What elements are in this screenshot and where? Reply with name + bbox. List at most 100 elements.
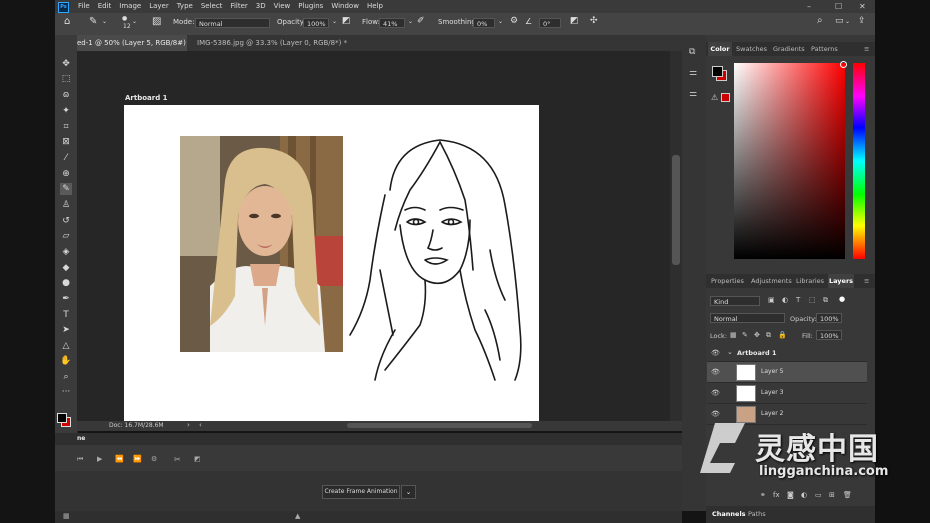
chevron-down-icon[interactable]: ⌄: [102, 18, 107, 25]
brush-tool-icon[interactable]: ✎: [60, 183, 72, 195]
path-selection-tool-icon[interactable]: ➤: [60, 324, 72, 336]
filter-smart-object-icon[interactable]: ⧉: [823, 296, 828, 305]
layer-group-row[interactable]: 👁 ⌄ Artboard 1: [707, 345, 867, 362]
filter-pixel-icon[interactable]: ▣: [768, 296, 775, 304]
lasso-tool-icon[interactable]: ɷ: [60, 89, 72, 101]
crop-tool-icon[interactable]: ⌗: [60, 121, 72, 133]
dodge-tool-icon[interactable]: ●: [60, 277, 72, 289]
tab-swatches[interactable]: Swatches: [736, 42, 767, 56]
symmetry-icon[interactable]: ✣: [590, 16, 598, 26]
marquee-tool-icon[interactable]: ⬚: [60, 73, 72, 85]
foreground-color-swatch[interactable]: [57, 413, 67, 423]
tab-untitled-1[interactable]: ed-1 @ 50% (Layer 5, RGB/8#) * ×: [77, 35, 187, 63]
visibility-eye-icon[interactable]: 👁: [711, 389, 720, 397]
menu-select[interactable]: Select: [197, 2, 227, 10]
menu-filter[interactable]: Filter: [226, 2, 251, 10]
cut-icon[interactable]: ✂: [174, 455, 181, 464]
close-icon[interactable]: ✕: [859, 2, 866, 11]
adjust-panel-icon[interactable]: ⚌: [689, 68, 697, 78]
visibility-eye-icon[interactable]: 👁: [711, 410, 720, 418]
play-icon[interactable]: ▶: [97, 455, 102, 463]
color-picker-cursor[interactable]: [840, 61, 847, 68]
adjustment-layer-icon[interactable]: ◐: [801, 491, 807, 499]
magic-wand-tool-icon[interactable]: ✦: [60, 105, 72, 117]
layer-row-selected[interactable]: 👁 Layer 5: [707, 362, 867, 383]
artboard-label[interactable]: Artboard 1: [125, 94, 168, 102]
share-icon[interactable]: ⇪: [858, 16, 866, 26]
tab-color[interactable]: Color: [708, 42, 732, 56]
blur-tool-icon[interactable]: ◆: [60, 262, 72, 274]
lock-transparent-icon[interactable]: ▦: [730, 331, 737, 339]
menu-window[interactable]: Window: [327, 2, 363, 10]
panel-menu-icon[interactable]: ≡: [864, 274, 869, 288]
scroll-left-icon[interactable]: ‹: [199, 421, 202, 429]
history-brush-tool-icon[interactable]: ↺: [60, 215, 72, 227]
search-icon[interactable]: ⌕: [817, 15, 823, 26]
type-tool-icon[interactable]: T: [60, 309, 72, 321]
eraser-tool-icon[interactable]: ▱: [60, 230, 72, 242]
shape-tool-icon[interactable]: △: [60, 340, 72, 352]
healing-brush-tool-icon[interactable]: ⊕: [60, 168, 72, 180]
pressure-size-icon[interactable]: ◩: [570, 16, 579, 26]
menu-view[interactable]: View: [270, 2, 295, 10]
trash-icon[interactable]: 🗑: [843, 491, 852, 499]
tab-layers[interactable]: Layers: [828, 274, 854, 288]
tab-paths[interactable]: Paths: [748, 510, 766, 518]
new-layer-icon[interactable]: ⊞: [829, 491, 835, 499]
paint-bucket-tool-icon[interactable]: ◈: [60, 246, 72, 258]
tab-channels[interactable]: Channels: [712, 510, 746, 518]
minimize-icon[interactable]: –: [807, 2, 811, 11]
menu-image[interactable]: Image: [115, 2, 145, 10]
hand-tool-icon[interactable]: ✋: [60, 355, 72, 367]
chevron-down-icon[interactable]: ⌄: [401, 485, 416, 499]
angle-input[interactable]: 0°: [539, 18, 561, 28]
tab-gradients[interactable]: Gradients: [773, 42, 805, 56]
menu-3d[interactable]: 3D: [252, 2, 270, 10]
pen-tool-icon[interactable]: ✒: [60, 293, 72, 305]
link-layers-icon[interactable]: ⚭: [760, 491, 766, 499]
lock-position-icon[interactable]: ✥: [754, 331, 760, 339]
vertical-scrollbar-thumb[interactable]: [672, 155, 680, 265]
transition-icon[interactable]: ◩: [194, 455, 201, 463]
move-tool-icon[interactable]: ✥: [60, 58, 72, 70]
tab-libraries[interactable]: Libraries: [796, 274, 824, 288]
menu-layer[interactable]: Layer: [145, 2, 173, 10]
hue-slider[interactable]: [853, 63, 865, 259]
frames-icon[interactable]: ▦: [63, 512, 70, 520]
clone-stamp-tool-icon[interactable]: ♙: [60, 199, 72, 211]
layer-mask-icon[interactable]: ◙: [787, 491, 794, 499]
chevron-down-icon[interactable]: ⌄: [408, 18, 413, 25]
first-frame-icon[interactable]: ⏮: [77, 455, 83, 464]
brush-settings-panel-icon[interactable]: ⚌: [689, 89, 697, 99]
filter-adjustment-icon[interactable]: ◐: [782, 296, 788, 304]
chevron-down-icon[interactable]: ⌄: [845, 18, 850, 25]
eyedropper-tool-icon[interactable]: ⁄: [60, 152, 72, 164]
flow-input[interactable]: 41%: [379, 18, 405, 28]
filter-type-icon[interactable]: T: [796, 296, 800, 304]
layer-row[interactable]: 👁 Layer 3: [707, 383, 867, 404]
airbrush-icon[interactable]: ✐: [417, 16, 425, 26]
chevron-down-icon[interactable]: ⌄: [498, 18, 503, 25]
gear-icon[interactable]: ⚙: [510, 16, 518, 26]
new-group-icon[interactable]: ▭: [815, 491, 822, 499]
tab-adjustments[interactable]: Adjustments: [751, 274, 792, 288]
timeline-settings-icon[interactable]: ⚙: [151, 455, 157, 463]
chevron-down-icon[interactable]: ⌄: [727, 348, 733, 356]
next-frame-icon[interactable]: ⏩: [133, 455, 142, 463]
panel-menu-icon[interactable]: ≡: [864, 42, 869, 56]
lock-artboard-icon[interactable]: ⧉: [766, 331, 771, 340]
mode-select[interactable]: Normal: [195, 18, 270, 28]
opacity-input[interactable]: 100%: [303, 18, 329, 28]
smoothing-input[interactable]: 0%: [473, 18, 495, 28]
fx-icon[interactable]: fx: [773, 491, 780, 499]
menu-plugins[interactable]: Plugins: [294, 2, 327, 10]
menu-help[interactable]: Help: [363, 2, 387, 10]
horizontal-scrollbar[interactable]: [347, 423, 532, 428]
create-frame-animation-button[interactable]: Create Frame Animation: [322, 485, 400, 499]
filter-shape-icon[interactable]: ⬚: [809, 296, 816, 304]
chevron-down-icon[interactable]: ⌄: [332, 18, 337, 25]
zoom-tool-icon[interactable]: ⌕: [60, 371, 72, 383]
workspace-icon[interactable]: ▭: [835, 16, 844, 26]
frame-tool-icon[interactable]: ⊠: [60, 136, 72, 148]
tab-properties[interactable]: Properties: [711, 274, 744, 288]
